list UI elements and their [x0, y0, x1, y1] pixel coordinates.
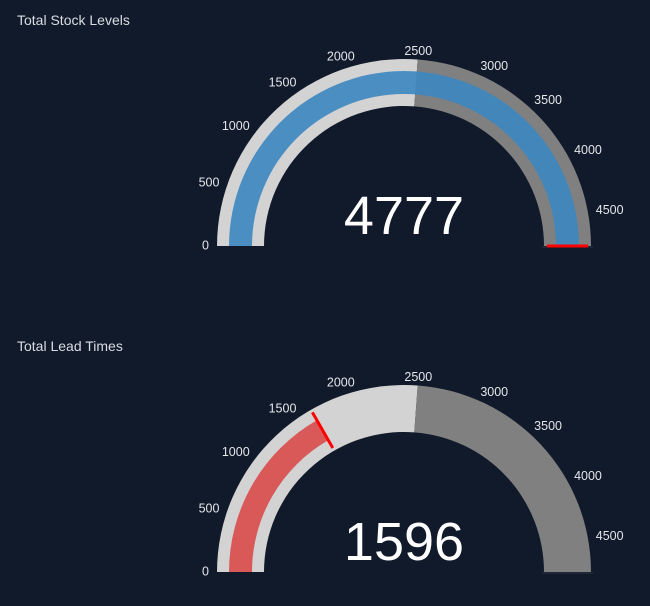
gauge-lead-times: 0 500 1000 1500 2000 2500 3000 3500 4000 4500 1596: [199, 370, 624, 578]
gauge-tick-label: 4500: [596, 203, 624, 217]
gauge-tick-label: 2000: [327, 376, 355, 390]
gauge-tick-label: 4000: [574, 469, 602, 483]
gauge-tick-label: 1000: [222, 445, 250, 459]
gauge-tick-label: 1500: [269, 76, 297, 90]
gauge-dashboard: Total Stock Levels 0 500 1000 1500 2000 2500 3…: [0, 0, 650, 606]
gauge-tick-label: 1500: [269, 402, 297, 416]
gauge-tick-label: 500: [199, 501, 220, 515]
gauge-tick-label: 2500: [404, 370, 432, 384]
gauge-tick-label: 3000: [480, 59, 508, 73]
gauge-tick-label: 1000: [222, 119, 250, 133]
gauge-value-number: 4777: [344, 186, 464, 246]
gauge-tick-label: 4500: [596, 529, 624, 543]
gauge-tick-label: 3500: [534, 93, 562, 107]
gauge-tick-label: 2500: [404, 44, 432, 58]
gauge-tick-label: 3000: [480, 385, 508, 399]
gauge-value-number: 1596: [344, 512, 464, 572]
gauge-tick-label: 4000: [574, 143, 602, 157]
gauge-stock-levels: 0 500 1000 1500 2000 2500 3000 3500 4000 4500 4777: [199, 44, 624, 252]
gauge-tick-label: 0: [202, 564, 209, 578]
gauge-tick-label: 0: [202, 238, 209, 252]
gauge-tick-label: 2000: [327, 50, 355, 64]
gauge-tick-label: 500: [199, 175, 220, 189]
gauge-tick-label: 3500: [534, 419, 562, 433]
